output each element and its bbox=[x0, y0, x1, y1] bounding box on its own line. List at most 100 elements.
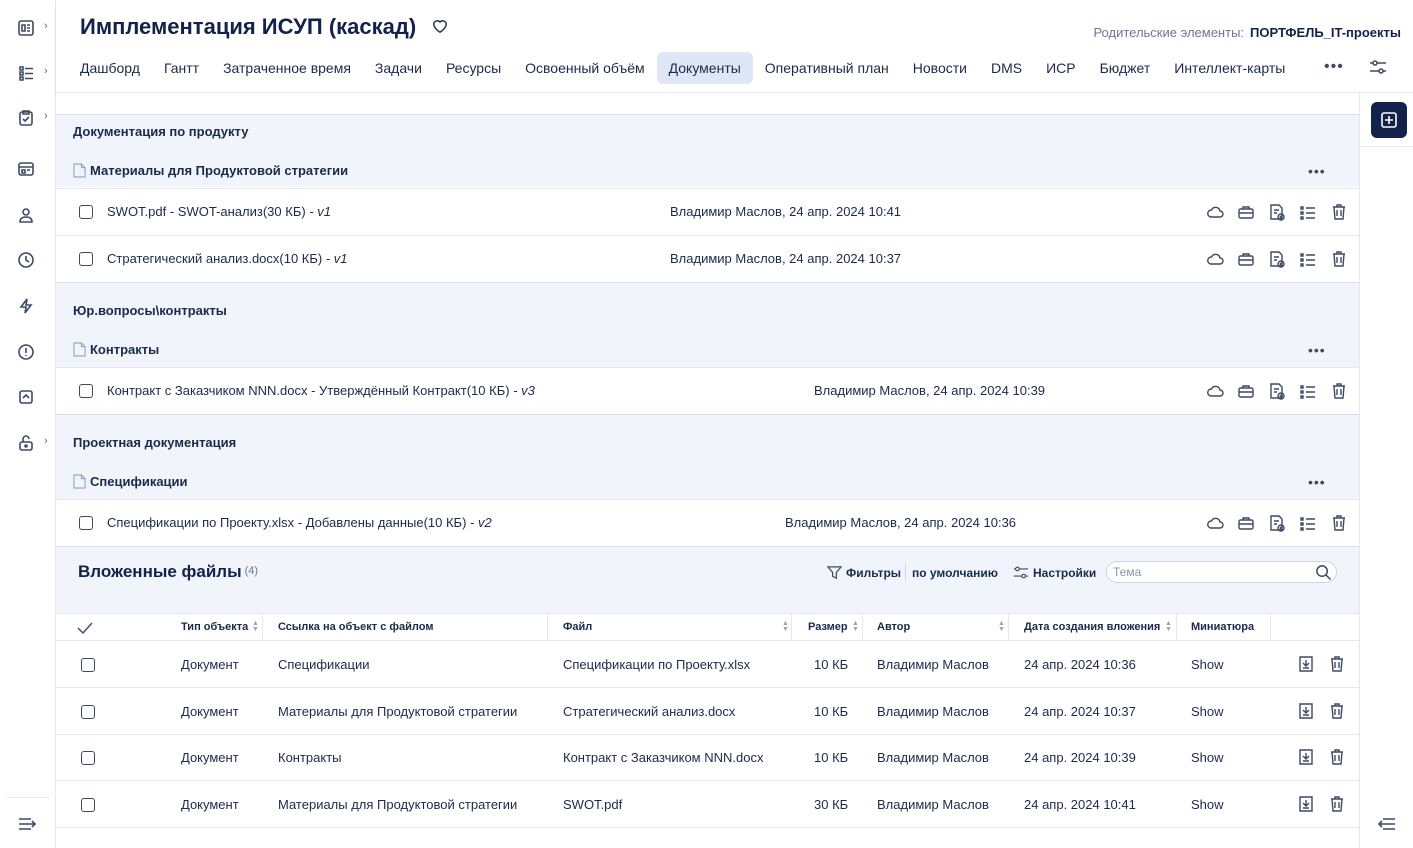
parent-link[interactable]: ПОРТФЕЛЬ_IT-проекты bbox=[1250, 25, 1401, 40]
collapse-panel-button[interactable] bbox=[1377, 815, 1397, 838]
tab-gantt[interactable]: Гантт bbox=[152, 52, 211, 84]
checklist-button[interactable] bbox=[1299, 250, 1317, 273]
briefcase-button[interactable] bbox=[1237, 203, 1255, 226]
document-link[interactable]: Контракт с Заказчиком NNN.docx - Утвержд… bbox=[107, 383, 535, 398]
column-header-link[interactable]: Ссылка на объект с файлом bbox=[278, 614, 433, 641]
folder-header[interactable]: Материалы для Продуктовой стратегии bbox=[73, 163, 348, 178]
add-document-button[interactable] bbox=[1268, 250, 1286, 273]
row-checkbox[interactable] bbox=[81, 751, 95, 765]
chevron-right-icon[interactable]: › bbox=[44, 110, 48, 122]
row-checkbox[interactable] bbox=[81, 658, 95, 672]
tab-mind-maps[interactable]: Интеллект-карты bbox=[1162, 52, 1297, 84]
trash-button[interactable] bbox=[1330, 514, 1348, 537]
add-document-button[interactable] bbox=[1268, 514, 1286, 537]
cell-file[interactable]: SWOT.pdf bbox=[563, 797, 622, 812]
checklist-button[interactable] bbox=[1299, 514, 1317, 537]
cloud-button[interactable] bbox=[1206, 250, 1224, 273]
sidebar-item-collapse[interactable] bbox=[17, 385, 47, 409]
search-field[interactable] bbox=[1106, 561, 1337, 583]
row-checkbox[interactable] bbox=[79, 384, 93, 398]
favorite-button[interactable] bbox=[431, 18, 449, 39]
sidebar-item-events[interactable] bbox=[17, 294, 47, 318]
document-link[interactable]: Спецификации по Проекту.xlsx - Добавлены… bbox=[107, 515, 492, 530]
cell-thumbnail[interactable]: Show bbox=[1191, 797, 1224, 812]
row-checkbox[interactable] bbox=[79, 205, 93, 219]
filters-button[interactable]: Фильтры bbox=[827, 565, 901, 580]
folder-more-button[interactable]: ••• bbox=[1308, 474, 1326, 490]
cell-thumbnail[interactable]: Show bbox=[1191, 704, 1224, 719]
tab-news[interactable]: Новости bbox=[901, 52, 979, 84]
column-header-author[interactable]: Автор bbox=[877, 614, 910, 641]
sidebar-item-tasks[interactable] bbox=[17, 106, 47, 130]
tab-dms[interactable]: DMS bbox=[979, 52, 1034, 84]
settings-button[interactable]: Настройки bbox=[1013, 565, 1096, 580]
cloud-button[interactable] bbox=[1206, 382, 1224, 405]
tab-resources[interactable]: Ресурсы bbox=[434, 52, 513, 84]
download-button[interactable] bbox=[1297, 748, 1315, 771]
tab-time-spent[interactable]: Затраченное время bbox=[211, 52, 363, 84]
sidebar-expand-button[interactable] bbox=[17, 812, 47, 836]
tab-documents[interactable]: Документы bbox=[656, 52, 753, 84]
cell-link[interactable]: Материалы для Продуктовой стратегии bbox=[278, 704, 517, 719]
column-header-date[interactable]: Дата создания вложения bbox=[1024, 614, 1160, 641]
search-icon[interactable] bbox=[1315, 564, 1332, 581]
delete-button[interactable] bbox=[1328, 748, 1346, 771]
tab-wbs[interactable]: ИСР bbox=[1034, 52, 1088, 84]
chevron-right-icon[interactable]: › bbox=[44, 435, 48, 447]
delete-button[interactable] bbox=[1328, 795, 1346, 818]
cell-file[interactable]: Стратегический анализ.docx bbox=[563, 704, 735, 719]
trash-button[interactable] bbox=[1330, 250, 1348, 273]
column-header-type[interactable]: Тип объекта bbox=[181, 614, 248, 641]
select-all-checkmark[interactable] bbox=[77, 614, 93, 641]
row-checkbox[interactable] bbox=[79, 516, 93, 530]
cell-link[interactable]: Материалы для Продуктовой стратегии bbox=[278, 797, 517, 812]
column-header-thumbnail[interactable]: Миниатюра bbox=[1191, 614, 1254, 641]
add-document-button[interactable] bbox=[1268, 382, 1286, 405]
cell-file[interactable]: Спецификации по Проекту.xlsx bbox=[563, 657, 750, 672]
tab-tasks[interactable]: Задачи bbox=[363, 52, 434, 84]
folder-header[interactable]: Контракты bbox=[73, 342, 159, 357]
add-document-button[interactable] bbox=[1268, 203, 1286, 226]
delete-button[interactable] bbox=[1328, 655, 1346, 678]
column-header-file[interactable]: Файл bbox=[563, 614, 592, 641]
sidebar-item-access[interactable] bbox=[17, 431, 47, 455]
cell-file[interactable]: Контракт с Заказчиком NNN.docx bbox=[563, 750, 763, 765]
sort-icon[interactable]: ▲ ▼ bbox=[782, 620, 789, 633]
folder-more-button[interactable]: ••• bbox=[1308, 342, 1326, 358]
document-link[interactable]: Стратегический анализ.docx(10 КБ) - v1 bbox=[107, 251, 348, 266]
tab-earned-value[interactable]: Освоенный объём bbox=[513, 52, 656, 84]
trash-button[interactable] bbox=[1330, 382, 1348, 405]
folder-header[interactable]: Спецификации bbox=[73, 474, 188, 489]
briefcase-button[interactable] bbox=[1237, 250, 1255, 273]
row-checkbox[interactable] bbox=[81, 797, 95, 812]
document-link[interactable]: SWOT.pdf - SWOT-анализ(30 КБ) - v1 bbox=[107, 204, 331, 219]
sort-icon[interactable]: ▲ ▼ bbox=[1165, 620, 1172, 633]
download-button[interactable] bbox=[1297, 702, 1315, 725]
cloud-button[interactable] bbox=[1206, 203, 1224, 226]
briefcase-button[interactable] bbox=[1237, 514, 1255, 537]
download-button[interactable] bbox=[1297, 795, 1315, 818]
cell-thumbnail[interactable]: Show bbox=[1191, 657, 1224, 672]
briefcase-button[interactable] bbox=[1237, 382, 1255, 405]
delete-button[interactable] bbox=[1328, 702, 1346, 725]
sidebar-item-risks[interactable] bbox=[17, 340, 47, 364]
sidebar-item-dashboard[interactable] bbox=[17, 16, 47, 40]
add-button[interactable] bbox=[1371, 102, 1407, 138]
trash-button[interactable] bbox=[1330, 203, 1348, 226]
more-tabs-button[interactable]: ••• bbox=[1324, 58, 1344, 76]
sidebar-item-board[interactable] bbox=[17, 157, 47, 181]
sidebar-item-users[interactable] bbox=[17, 203, 47, 227]
tab-dashboard[interactable]: Дашборд bbox=[68, 52, 152, 84]
row-checkbox[interactable] bbox=[79, 252, 93, 266]
cell-link[interactable]: Спецификации bbox=[278, 657, 370, 672]
sort-icon[interactable]: ▲ ▼ bbox=[852, 620, 859, 633]
tab-settings-button[interactable] bbox=[1368, 58, 1388, 81]
chevron-right-icon[interactable]: › bbox=[44, 65, 48, 77]
download-button[interactable] bbox=[1297, 655, 1315, 678]
cloud-button[interactable] bbox=[1206, 514, 1224, 537]
sidebar-item-list[interactable] bbox=[17, 61, 47, 85]
sort-icon[interactable]: ▲ ▼ bbox=[252, 620, 259, 633]
cell-thumbnail[interactable]: Show bbox=[1191, 750, 1224, 765]
column-header-size[interactable]: Размер bbox=[808, 614, 848, 641]
tab-operational-plan[interactable]: Оперативный план bbox=[753, 52, 901, 84]
